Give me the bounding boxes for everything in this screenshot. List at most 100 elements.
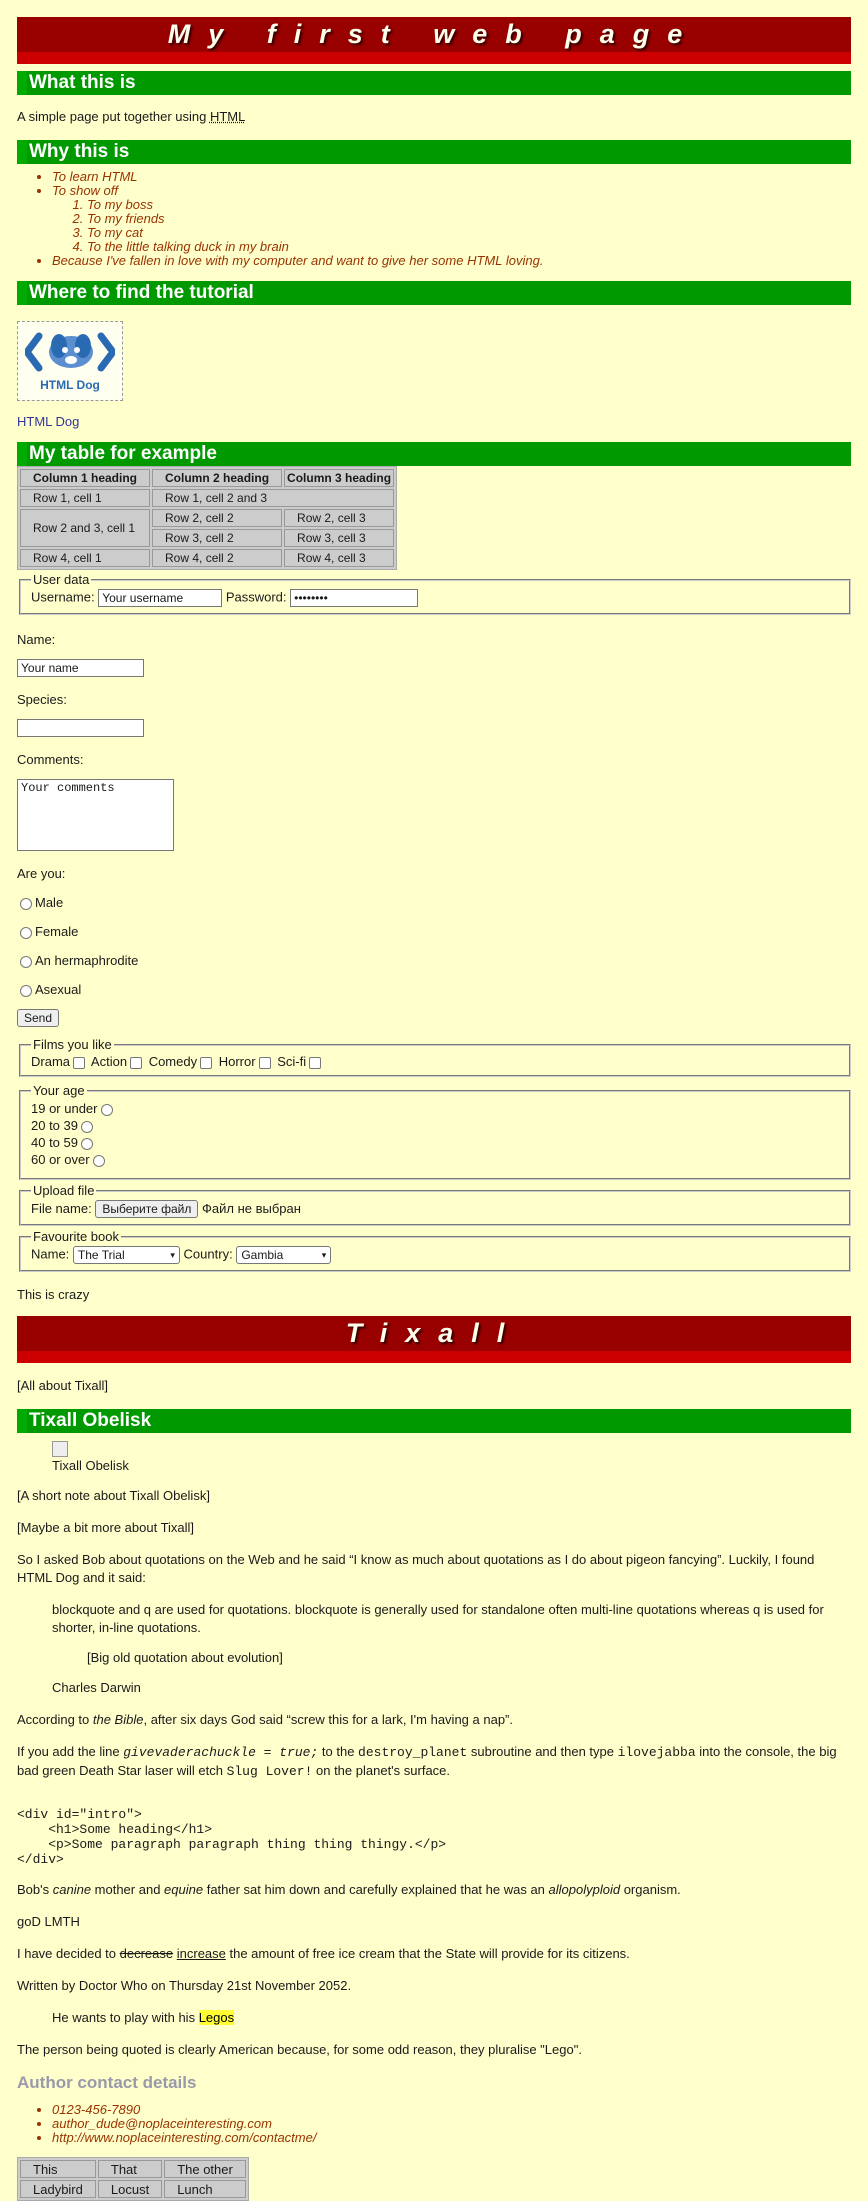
dog-icon bbox=[25, 332, 115, 372]
table-header: Column 1 heading bbox=[20, 469, 151, 487]
code-block: <div id="intro"> <h1>Some heading</h1> <… bbox=[17, 1807, 447, 1867]
radio-age-40-59[interactable] bbox=[81, 1137, 93, 1150]
radio-hermaphrodite[interactable] bbox=[20, 955, 32, 968]
list-item: To my boss bbox=[87, 198, 851, 212]
table-row: Row 1, cell 1 Row 1, cell 2 and 3 bbox=[20, 489, 395, 507]
table-cell: Row 3, cell 3 bbox=[284, 529, 395, 547]
heading-where: Where to find the tutorial bbox=[17, 281, 851, 305]
name-label: Name: bbox=[17, 632, 56, 647]
legend: Upload file bbox=[33, 1183, 95, 1198]
radio-female[interactable] bbox=[20, 926, 32, 939]
comments-label: Comments: bbox=[17, 752, 84, 767]
list-item: To my friends bbox=[87, 212, 851, 226]
table-row: This That The other bbox=[20, 2160, 246, 2178]
comments-textarea[interactable]: Your comments bbox=[17, 779, 174, 851]
gender-option: Asexual bbox=[17, 982, 851, 997]
icecream-text: I have decided to decrease increase the … bbox=[17, 1946, 630, 1961]
figure-caption: Tixall Obelisk bbox=[52, 1458, 129, 1473]
table-cell: Ladybird bbox=[20, 2180, 96, 2198]
country-label: Country: bbox=[183, 1246, 233, 1262]
checkbox-comedy[interactable] bbox=[200, 1056, 213, 1069]
list-item: To my cat bbox=[87, 226, 851, 240]
radio-age-60[interactable] bbox=[92, 1154, 105, 1167]
table-cell: Lunch bbox=[164, 2180, 246, 2198]
legend: Favourite book bbox=[33, 1229, 119, 1244]
book-fieldset: Favourite book Name: The Trial ▾ Country:… bbox=[19, 1229, 851, 1272]
table-cell: Row 4, cell 1 bbox=[20, 549, 151, 567]
choose-file-button[interactable]: Выберите файл bbox=[95, 1200, 199, 1218]
page: My first web page What this is A simple … bbox=[17, 17, 851, 2201]
legend: Your age bbox=[33, 1083, 85, 1098]
table-header: Column 2 heading bbox=[152, 469, 283, 487]
list-item: To show off To my boss To my friends To … bbox=[52, 184, 851, 254]
list-item: Because I've fallen in love with my comp… bbox=[52, 254, 851, 268]
all-about-text: [All about Tixall] bbox=[17, 1378, 109, 1393]
short-note: [A short note about Tixall Obelisk] bbox=[17, 1488, 210, 1503]
small-table: This That The other Ladybird Locust Lunc… bbox=[17, 2157, 249, 2201]
send-button[interactable]: Send bbox=[17, 1009, 60, 1027]
table-cell: That bbox=[97, 2160, 163, 2178]
table-cell: Row 1, cell 1 bbox=[20, 489, 151, 507]
american-text: The person being quoted is clearly Ameri… bbox=[17, 2042, 582, 2057]
list-item: To learn HTML bbox=[52, 170, 851, 184]
table-header: Column 3 heading bbox=[284, 469, 395, 487]
contact-url[interactable]: http://www.noplaceinteresting.com/contac… bbox=[52, 2131, 851, 2145]
checkbox-scifi[interactable] bbox=[309, 1056, 322, 1069]
checkbox-drama[interactable] bbox=[73, 1056, 86, 1069]
html-abbr: HTML bbox=[209, 109, 246, 124]
user-data-fieldset: User data Username: Your username Passwo… bbox=[19, 572, 851, 615]
sub-list: To my boss To my friends To my cat To th… bbox=[52, 198, 851, 254]
tixall-heading: Tixall bbox=[17, 1316, 851, 1363]
radio-male[interactable] bbox=[20, 897, 32, 910]
table-cell: Row 2 and 3, cell 1 bbox=[20, 509, 151, 547]
checkbox-horror[interactable] bbox=[258, 1056, 271, 1069]
heading-what: What this is bbox=[17, 71, 851, 95]
file-label: File name: bbox=[31, 1201, 92, 1216]
list-item: To the little talking duck in my brain bbox=[87, 240, 851, 254]
chevron-down-icon: ▾ bbox=[170, 1250, 175, 1260]
country-select[interactable]: Gambia ▾ bbox=[236, 1246, 332, 1264]
gender-option: Male bbox=[17, 895, 851, 910]
heading-table: My table for example bbox=[17, 442, 851, 466]
bob-text: So I asked Bob about quotations on the W… bbox=[17, 1552, 815, 1585]
table-cell: The other bbox=[164, 2160, 246, 2178]
films-fieldset: Films you like Drama Action Comedy Horro… bbox=[19, 1037, 851, 1077]
table-cell: Locust bbox=[97, 2180, 163, 2198]
are-you-label: Are you: bbox=[17, 866, 66, 881]
table-cell: Row 4, cell 2 bbox=[152, 549, 283, 567]
table-row: Column 1 heading Column 2 heading Column… bbox=[20, 469, 395, 487]
contact-heading: Author contact details bbox=[17, 2073, 197, 2092]
legend: User data bbox=[33, 572, 90, 587]
logo-text: HTML Dog bbox=[40, 378, 100, 392]
example-table: Column 1 heading Column 2 heading Column… bbox=[17, 466, 398, 570]
name-input[interactable]: Your name bbox=[17, 659, 144, 677]
what-text: A simple page put together using HTML bbox=[17, 109, 246, 124]
gender-option: An hermaphrodite bbox=[17, 953, 851, 968]
book-select[interactable]: The Trial ▾ bbox=[72, 1246, 180, 1264]
username-input[interactable]: Your username bbox=[98, 589, 223, 607]
bit-more: [Maybe a bit more about Tixall] bbox=[17, 1520, 195, 1535]
checkbox-action[interactable] bbox=[130, 1056, 143, 1069]
heading-why: Why this is bbox=[17, 140, 851, 164]
contact-email[interactable]: author_dude@noplaceinteresting.com bbox=[52, 2117, 851, 2131]
html-dog-logo[interactable]: HTML Dog bbox=[17, 321, 123, 401]
radio-age-20-39[interactable] bbox=[81, 1120, 93, 1133]
broken-image-icon bbox=[52, 1441, 68, 1457]
age-fieldset: Your age 19 or under 20 to 39 40 to 59 6… bbox=[19, 1083, 851, 1180]
code-text: If you add the line givevaderachuckle = … bbox=[17, 1744, 837, 1779]
legos-text: He wants to play with his Legos bbox=[52, 2010, 235, 2025]
species-input[interactable] bbox=[17, 719, 144, 737]
radio-asexual[interactable] bbox=[20, 984, 32, 997]
table-cell: Row 3, cell 2 bbox=[152, 529, 283, 547]
page-title: My first web page bbox=[17, 17, 851, 64]
bible-text: According to the Bible, after six days G… bbox=[17, 1712, 513, 1727]
table-row: Row 4, cell 1 Row 4, cell 2 Row 4, cell … bbox=[20, 549, 395, 567]
heading-obelisk: Tixall Obelisk bbox=[17, 1409, 851, 1433]
table-cell: Row 1, cell 2 and 3 bbox=[152, 489, 395, 507]
password-input[interactable]: •••••••• bbox=[290, 589, 419, 607]
gender-option: Female bbox=[17, 924, 851, 939]
radio-age-19[interactable] bbox=[100, 1103, 113, 1116]
god-text: goD LMTH bbox=[17, 1914, 80, 1929]
tutorial-link[interactable]: HTML Dog bbox=[17, 414, 79, 429]
chevron-down-icon: ▾ bbox=[321, 1250, 327, 1260]
